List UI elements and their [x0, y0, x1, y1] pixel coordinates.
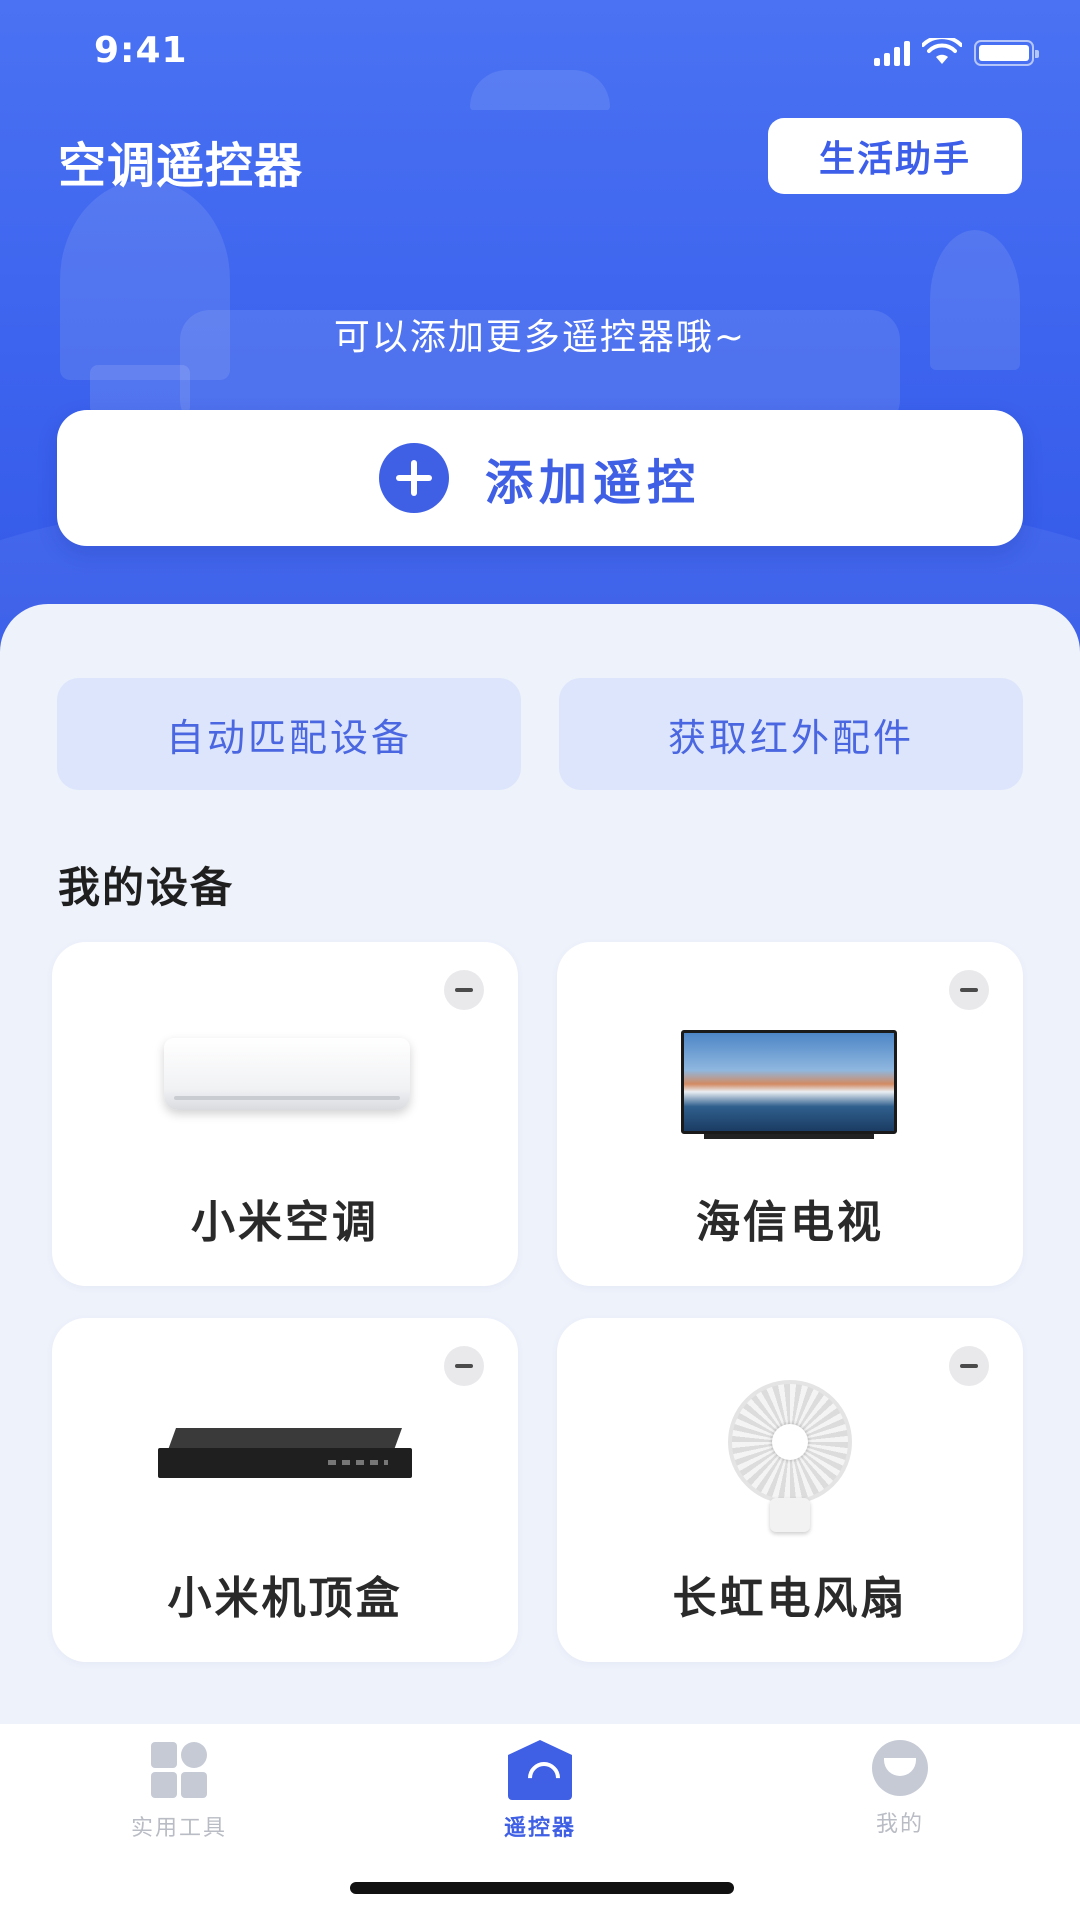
plus-circle-icon	[378, 443, 449, 513]
tab-me[interactable]: 我的	[800, 1740, 1000, 1838]
device-card-air-conditioner[interactable]: 小米空调	[52, 942, 518, 1286]
remove-device-icon[interactable]	[444, 1346, 484, 1386]
device-card-electric-fan[interactable]: 长虹电风扇	[557, 1318, 1023, 1662]
battery-icon	[974, 40, 1039, 66]
tab-remote[interactable]: 遥控器	[440, 1740, 640, 1842]
device-name: 长虹电风扇	[672, 1573, 908, 1624]
header-banner: 9:41 空调遥控器 生活助手 可以添加更多遥控器哦~ 添加遥控	[0, 0, 1080, 660]
wifi-icon	[922, 38, 962, 64]
television-icon	[681, 1030, 897, 1139]
remote-signal-icon	[508, 1740, 572, 1800]
add-hint-text: 可以添加更多遥控器哦~	[333, 317, 747, 358]
page-title: 空调遥控器	[58, 138, 304, 194]
auto-match-device-button[interactable]: 自动匹配设备	[57, 678, 521, 790]
status-time: 9:41	[94, 30, 188, 71]
home-indicator	[350, 1882, 734, 1894]
status-icons	[874, 38, 1039, 66]
device-name: 海信电视	[696, 1197, 884, 1248]
device-card-set-top-box[interactable]: 小米机顶盒	[52, 1318, 518, 1662]
set-top-box-icon	[158, 1428, 412, 1486]
tab-label: 实用工具	[130, 1816, 227, 1841]
get-infrared-accessory-button[interactable]: 获取红外配件	[559, 678, 1023, 790]
tab-label: 遥控器	[503, 1816, 576, 1841]
bottom-tab-bar: 实用工具 遥控器 我的	[0, 1724, 1080, 1920]
add-remote-button[interactable]: 添加遥控	[57, 410, 1023, 546]
air-conditioner-icon	[164, 1038, 410, 1110]
electric-fan-icon	[728, 1380, 852, 1532]
tools-grid-icon	[147, 1740, 211, 1800]
remove-device-icon[interactable]	[949, 970, 989, 1010]
add-remote-label: 添加遥控	[484, 455, 701, 511]
tab-tools[interactable]: 实用工具	[79, 1740, 279, 1842]
device-name: 小米机顶盒	[167, 1573, 403, 1624]
remove-device-icon[interactable]	[444, 970, 484, 1010]
life-assistant-button[interactable]: 生活助手	[768, 118, 1022, 194]
my-devices-heading: 我的设备	[58, 863, 235, 912]
device-name: 小米空调	[191, 1197, 379, 1248]
cellular-signal-icon	[874, 40, 910, 66]
tab-label: 我的	[875, 1812, 924, 1837]
status-bar: 9:41	[0, 0, 1080, 100]
remove-device-icon[interactable]	[949, 1346, 989, 1386]
device-card-television[interactable]: 海信电视	[557, 942, 1023, 1286]
content-sheet: 自动匹配设备 获取红外配件 我的设备 小米空调 海信电视 小米机顶盒 长虹电风扇	[0, 604, 1080, 1724]
user-avatar-icon	[872, 1740, 928, 1796]
pot-decoration	[90, 365, 190, 415]
